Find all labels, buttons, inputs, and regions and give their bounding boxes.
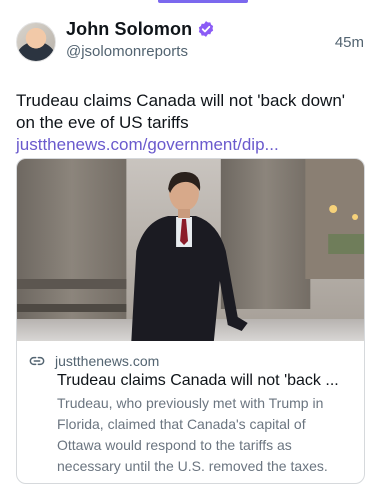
name-row: John Solomon	[66, 18, 335, 40]
card-domain-row: justthenews.com	[29, 351, 352, 371]
card-title[interactable]: Trudeau claims Canada will not 'back ...	[57, 371, 352, 391]
card-image	[17, 159, 364, 341]
card-description: Trudeau, who previously met with Trump i…	[57, 395, 328, 474]
post-text: Trudeau claims Canada will not 'back dow…	[16, 90, 364, 156]
post-timestamp[interactable]: 45m	[335, 34, 364, 51]
link-icon	[29, 356, 45, 366]
author-name[interactable]: John Solomon	[66, 19, 192, 40]
post-text-link[interactable]: justthenews.com/government/dip...	[16, 135, 279, 154]
author-handle[interactable]: @jsolomonreports	[66, 43, 335, 60]
card-meta: justthenews.com Trudeau claims Canada wi…	[17, 341, 364, 477]
post-header: John Solomon @jsolomonreports 45m	[16, 18, 364, 68]
verified-badge-icon	[199, 21, 214, 37]
avatar[interactable]	[16, 22, 56, 62]
author-block[interactable]: John Solomon @jsolomonreports	[66, 18, 335, 60]
post[interactable]: John Solomon @jsolomonreports 45m Trudea…	[0, 0, 380, 500]
link-preview-card[interactable]: justthenews.com Trudeau claims Canada wi…	[16, 158, 365, 484]
card-domain[interactable]: justthenews.com	[55, 353, 159, 369]
post-text-main: Trudeau claims Canada will not 'back dow…	[16, 91, 346, 132]
